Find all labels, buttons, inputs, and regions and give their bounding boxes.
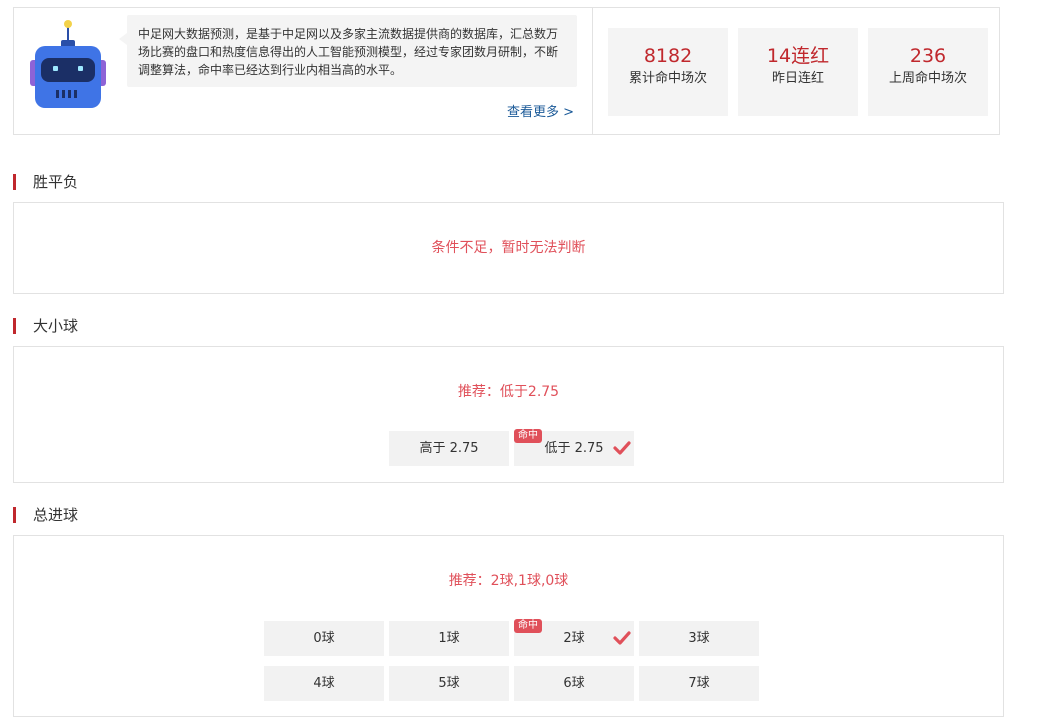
total-goals-panel: 推荐：2球,1球,0球 0球 1球 命中 2球 3球 4球 5球 6球 7球 [13, 535, 1004, 717]
option-goals-1[interactable]: 1球 [389, 621, 509, 656]
section-title-over-under: 大小球 [13, 317, 78, 335]
option-goals-2[interactable]: 命中 2球 [514, 619, 634, 656]
option-goals-5[interactable]: 5球 [389, 666, 509, 701]
stat-total-hits: 8182 累计命中场次 [608, 28, 728, 116]
option-label: 高于 2.75 [419, 441, 479, 456]
option-label: 0球 [313, 631, 335, 646]
option-goals-7[interactable]: 7球 [639, 666, 759, 701]
section-title-wdl: 胜平负 [13, 173, 78, 191]
option-label: 6球 [563, 676, 585, 691]
stat-label: 累计命中场次 [628, 71, 707, 86]
stat-label: 昨日连红 [771, 71, 824, 86]
total-goals-recommendation: 推荐：2球,1球,0球 [448, 573, 569, 589]
prediction-intro: 中足网大数据预测，是基于中足网以及多家主流数据提供商的数据库，汇总数万场比赛的盘… [13, 7, 1000, 135]
over-under-panel: 推荐：低于2.75 高于 2.75 命中 低于 2.75 [13, 346, 1004, 483]
checkmark-icon [613, 631, 631, 645]
option-label: 1球 [438, 631, 460, 646]
option-label: 4球 [313, 676, 335, 691]
view-more-link[interactable]: 查看更多 > [507, 101, 574, 120]
option-label: 5球 [438, 676, 460, 691]
option-goals-0[interactable]: 0球 [264, 621, 384, 656]
checkmark-icon [613, 441, 631, 455]
hit-badge: 命中 [514, 619, 542, 633]
section-title-total-goals: 总进球 [13, 506, 78, 524]
option-goals-6[interactable]: 6球 [514, 666, 634, 701]
wdl-message: 条件不足，暂时无法判断 [431, 240, 586, 256]
stat-last-week-hits: 236 上周命中场次 [868, 28, 988, 116]
stat-value: 14连红 [766, 45, 830, 67]
stat-value: 8182 [643, 45, 693, 67]
option-label: 7球 [688, 676, 710, 691]
option-label: 3球 [688, 631, 710, 646]
option-under[interactable]: 命中 低于 2.75 [514, 429, 634, 466]
option-label: 2球 [563, 631, 585, 646]
option-label: 低于 2.75 [544, 441, 604, 456]
stat-value: 236 [909, 45, 947, 67]
stat-streak: 14连红 昨日连红 [738, 28, 858, 116]
hit-badge: 命中 [514, 429, 542, 443]
wdl-panel: 条件不足，暂时无法判断 [13, 202, 1004, 294]
robot-icon [30, 20, 106, 108]
divider [592, 8, 593, 134]
option-goals-4[interactable]: 4球 [264, 666, 384, 701]
option-goals-3[interactable]: 3球 [639, 621, 759, 656]
intro-description: 中足网大数据预测，是基于中足网以及多家主流数据提供商的数据库，汇总数万场比赛的盘… [119, 15, 577, 87]
option-over[interactable]: 高于 2.75 [389, 431, 509, 466]
stat-label: 上周命中场次 [888, 71, 967, 86]
over-under-recommendation: 推荐：低于2.75 [457, 384, 560, 400]
